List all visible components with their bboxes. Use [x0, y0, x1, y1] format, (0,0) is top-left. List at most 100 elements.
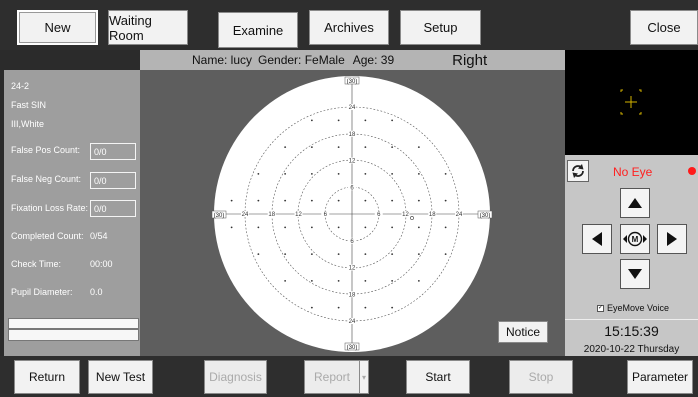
stimulus-point-13 [337, 172, 340, 175]
eye-status-label: No Eye [613, 165, 653, 179]
clock-date: 2020-10-22 Thursday [583, 344, 680, 355]
tick-label-h-left-1: 18 [268, 212, 275, 218]
progress-bar-top [8, 318, 139, 329]
stimulus-point-0 [310, 119, 313, 122]
chevron-down-icon: ▾ [361, 372, 366, 382]
stimulus-point-36 [257, 253, 260, 256]
tick-label-v-top-1: 18 [349, 132, 356, 138]
stimulus-point-37 [284, 253, 287, 256]
return-button[interactable]: Return [14, 360, 80, 394]
checkbox-checked-icon[interactable]: ✓ [597, 304, 604, 312]
check-time-value: 00:00 [90, 259, 113, 269]
program-label: 24-2 [11, 81, 30, 91]
move-up-button[interactable] [620, 188, 650, 218]
stimulus-point-7 [364, 146, 367, 149]
stimulus-point-42 [417, 253, 420, 256]
false-neg-field: 0/0 [90, 172, 136, 189]
patient-name: Name: lucy [192, 53, 253, 67]
top-toolbar: New Waiting Room Examine Archives Setup … [0, 0, 698, 50]
stimulus-point-32 [364, 226, 367, 229]
stimulus-point-41 [391, 253, 394, 256]
stimulus-point-12 [310, 172, 313, 175]
stimulus-point-45 [310, 279, 313, 282]
report-dropdown-button[interactable]: ▾ [359, 360, 369, 394]
stimulus-point-21 [310, 199, 313, 202]
stimulus-point-49 [417, 279, 420, 282]
control-panel: No Eye M ✓ EyeMove Voice 15:15:39 2020-1… [565, 155, 698, 356]
move-right-button[interactable] [657, 224, 687, 254]
arrow-up-icon [628, 198, 642, 208]
arrow-right-icon [667, 232, 677, 246]
progress-bar-bottom [8, 329, 139, 341]
stimulus-point-17 [444, 172, 447, 175]
camera-crosshair [620, 89, 642, 115]
pupil-label: Pupil Diameter: [11, 287, 73, 297]
new-button[interactable]: New [17, 10, 98, 45]
stimulus-point-3 [391, 119, 394, 122]
stimulus-point-1 [337, 119, 340, 122]
tick-label-v-bottom-2: 12 [349, 266, 356, 272]
setup-button[interactable]: Setup [400, 10, 481, 45]
axis-end-label-right: (30) [480, 213, 491, 219]
center-m-button[interactable]: M [620, 224, 650, 254]
motor-center-icon: M [623, 231, 647, 247]
stimulus-point-4 [284, 146, 287, 149]
eyemove-voice-toggle[interactable]: ✓ EyeMove Voice [597, 303, 669, 313]
stimulus-point-34 [417, 226, 420, 229]
stimulus-point-40 [364, 253, 367, 256]
eyemove-voice-label: EyeMove Voice [607, 303, 670, 313]
patient-info-bar: Name: lucy Gender: FeMale Age: 39 Right [140, 50, 565, 70]
stimulus-point-47 [364, 279, 367, 282]
move-left-button[interactable] [582, 224, 612, 254]
move-down-button[interactable] [620, 259, 650, 289]
report-button[interactable]: Report [304, 360, 360, 394]
clock-area: 15:15:39 2020-10-22 Thursday [565, 319, 698, 356]
diagnosis-button[interactable]: Diagnosis [204, 360, 267, 394]
stimulus-point-44 [284, 279, 287, 282]
examine-tab[interactable]: Examine [218, 12, 298, 48]
stimulus-point-50 [310, 306, 313, 309]
completed-value: 0/54 [90, 231, 108, 241]
tick-label-v-top-2: 12 [349, 159, 356, 165]
stimulus-point-48 [391, 279, 394, 282]
stimulus-point-24 [391, 199, 394, 202]
refresh-button[interactable] [567, 160, 589, 182]
stimulus-point-20 [284, 199, 287, 202]
check-time-label: Check Time: [11, 259, 62, 269]
fixation-loss-field: 0/0 [90, 200, 136, 217]
patient-gender: Gender: FeMale [258, 53, 345, 67]
stimulus-point-35 [444, 226, 447, 229]
stimulus-point-16 [417, 172, 420, 175]
start-button[interactable]: Start [406, 360, 470, 394]
stimulus-point-8 [391, 146, 394, 149]
stimulus-point-22 [337, 199, 340, 202]
patient-age: Age: 39 [352, 53, 395, 67]
stimulus-point-43 [444, 253, 447, 256]
eye-camera-view [565, 50, 698, 155]
fixation-loss-label: Fixation Loss Rate: [11, 203, 89, 213]
eye-side: Right [452, 51, 488, 69]
tick-label-h-right-1: 18 [429, 212, 436, 218]
false-neg-label: False Neg Count: [11, 174, 82, 184]
stimulus-point-39 [337, 253, 340, 256]
false-pos-label: False Pos Count: [11, 145, 81, 155]
archives-button[interactable]: Archives [309, 10, 389, 45]
notice-button[interactable]: Notice [498, 321, 548, 343]
new-test-button[interactable]: New Test [88, 360, 153, 394]
perimeter-app: New Waiting Room Examine Archives Setup … [0, 0, 698, 397]
m-label: M [632, 235, 639, 244]
stimulus-point-26 [444, 199, 447, 202]
parameter-button[interactable]: Parameter [627, 360, 693, 394]
stimulus-point-2 [364, 119, 367, 122]
close-button[interactable]: Close [630, 10, 698, 45]
tick-label-h-right-0: 24 [456, 212, 463, 218]
stimulus-point-38 [310, 253, 313, 256]
waiting-room-button[interactable]: Waiting Room [108, 10, 188, 45]
stimulus-point-18 [230, 199, 233, 202]
clock-time: 15:15:39 [604, 323, 659, 339]
stimulus-point-29 [284, 226, 287, 229]
stop-button[interactable]: Stop [509, 360, 573, 394]
tick-label-v-bottom-1: 18 [349, 292, 356, 298]
stimulus-point-19 [257, 199, 260, 202]
visual-field-plot: 24 24242418 18181812 1212126 666 (30)(30)(30… [211, 76, 493, 352]
